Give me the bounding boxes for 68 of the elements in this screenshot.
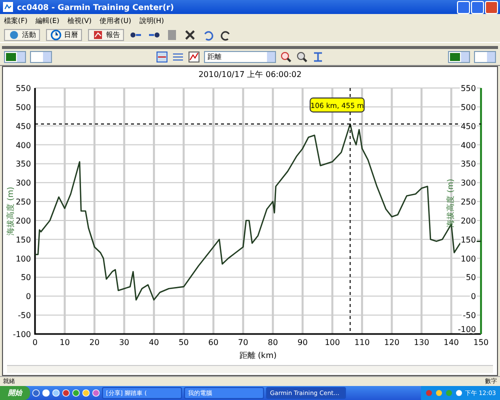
y-tick-label: 450 — [16, 122, 31, 131]
minimize-button[interactable] — [457, 0, 470, 14]
y-tick-label: 200 — [16, 216, 31, 226]
x-tick-label: 10 — [60, 338, 70, 347]
x-tick-label: 100 — [324, 338, 340, 347]
chart-view-icon[interactable] — [156, 51, 168, 63]
restore-button[interactable] — [471, 0, 484, 14]
right-y-tick-label: -100 — [458, 325, 476, 334]
chart-icon — [92, 28, 104, 40]
right-y-tick-label: 250 — [460, 198, 476, 207]
line-dropdown[interactable] — [30, 51, 52, 63]
right-y-tick-label: 350 — [460, 160, 476, 169]
y-tick-label: 400 — [16, 140, 31, 150]
x-tick-label: 60 — [208, 338, 218, 347]
horizontal-scrollbar[interactable] — [7, 365, 493, 373]
x-tick-label: 80 — [268, 338, 278, 347]
x-tick-label: 110 — [354, 338, 370, 347]
lines-icon[interactable] — [172, 51, 184, 63]
y-tick-label: 250 — [16, 198, 31, 207]
y-tick-label: 300 — [16, 178, 31, 188]
x-tick-label: 40 — [148, 338, 160, 347]
right-y-tick-label: 500 — [460, 102, 476, 112]
fit-icon[interactable] — [312, 51, 324, 63]
x-tick-label: 130 — [414, 338, 430, 347]
close-button[interactable] — [485, 0, 498, 14]
y-tick-label: -100 — [12, 330, 31, 339]
y-axis-label: 海拔高度 (m) — [6, 186, 15, 236]
right-y-tick-label: 0 — [470, 292, 476, 302]
y-tick-label: 150 — [16, 235, 31, 244]
y-tick-label: 50 — [20, 273, 31, 282]
x-tick-label: 70 — [238, 338, 248, 347]
y-axis-label: 海拔高度 (m) — [446, 178, 455, 228]
delete-icon[interactable] — [184, 28, 196, 40]
y-tick-label: 550 — [16, 84, 31, 93]
x-tick-label: 150 — [473, 338, 489, 347]
x-tick-label: 0 — [32, 338, 38, 347]
y-tick-label: 350 — [16, 160, 31, 169]
color-dropdown[interactable] — [448, 51, 470, 63]
y-tick-label: 100 — [16, 254, 31, 264]
x-tick-label: 20 — [89, 338, 100, 347]
undo-icon[interactable] — [202, 28, 214, 40]
x-tick-label: 90 — [298, 338, 308, 347]
zoom-out-icon[interactable] — [296, 51, 308, 63]
clock-icon — [50, 28, 62, 40]
chart-timestamp: 2010/10/17 上午 06:00:02 — [197, 69, 303, 80]
y-tick-label: 500 — [16, 102, 31, 112]
x-tick-label: 50 — [178, 338, 189, 347]
right-y-tick-label: 200 — [460, 216, 476, 226]
color-dropdown[interactable] — [4, 51, 26, 63]
redo-icon[interactable] — [220, 28, 232, 40]
x-tick-label: 30 — [119, 338, 130, 347]
app-icon[interactable] — [2, 1, 14, 13]
right-y-tick-label: 450 — [460, 122, 476, 131]
right-y-tick-label: 550 — [460, 84, 476, 93]
right-y-tick-label: -50 — [462, 311, 476, 320]
right-y-tick-label: 400 — [460, 140, 476, 150]
right-y-tick-label: 100 — [460, 254, 476, 264]
line-dropdown[interactable] — [474, 51, 496, 63]
x-tick-label: 140 — [444, 338, 459, 347]
y-tick-label: -50 — [18, 311, 31, 320]
right-y-tick-label: 300 — [460, 178, 476, 188]
x-tick-label: 120 — [384, 338, 400, 347]
zoom-in-icon[interactable] — [280, 51, 292, 63]
y-tick-label: 0 — [26, 292, 31, 302]
window-title: cc0408 - Garmin Training Center(r) — [17, 2, 174, 12]
x-axis-label: 距離 (km) — [239, 351, 277, 360]
right-y-tick-label: 50 — [466, 273, 476, 282]
wave-icon[interactable] — [188, 51, 200, 63]
